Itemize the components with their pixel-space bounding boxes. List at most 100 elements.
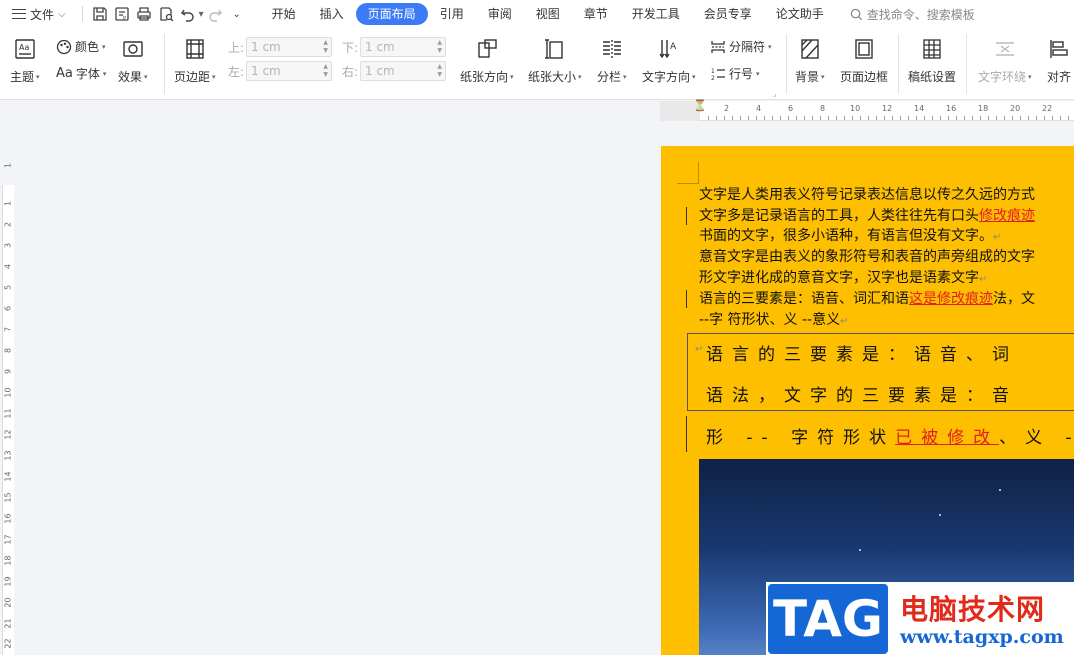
margins-icon [182, 36, 208, 62]
spaced-text-line[interactable]: 语言的三要素是：语音、词 [706, 340, 1018, 365]
paper-size-button[interactable]: 纸张大小 ▾ [528, 36, 582, 85]
text-line[interactable]: --字 符形状、义 --意义↵ [699, 310, 849, 332]
watermark-site-name: 电脑技术网 [900, 593, 1046, 626]
indent-marker-icon[interactable]: ⏳ [693, 100, 707, 111]
ruler-tick [1028, 116, 1029, 120]
text-line[interactable]: 书面的文字，很多小语种，有语言但没有文字。↵ [699, 226, 1001, 248]
ruler-tick [1020, 116, 1021, 120]
undo-icon[interactable] [177, 3, 199, 25]
text-line[interactable]: 文字多是记录语言的工具，人类往往先有口头修改痕迹 [699, 206, 1035, 226]
tab-view[interactable]: 视图 [524, 3, 572, 25]
line-numbers-icon: 12 [711, 68, 725, 82]
text-line[interactable]: 语言的三要素是：语音、词汇和语这是修改痕迹法，文 [699, 289, 1035, 309]
search-icon [850, 8, 862, 20]
spinner-icon[interactable]: ▲ ▼ [323, 39, 328, 55]
ruler-number: 18 [3, 555, 13, 566]
right-margin-input[interactable]: 1 cm ▲ ▼ [360, 61, 446, 81]
ruler-number: 21 [3, 618, 13, 629]
columns-button[interactable]: 分栏 ▾ [597, 36, 627, 85]
ruler-tick [828, 116, 829, 120]
ruler-tick [884, 116, 885, 120]
document-page[interactable]: 文字是人类用表义符号记录表达信息以传之久远的方式 文字多是记录语言的工具，人类往… [661, 146, 1074, 655]
ruler-tick [740, 116, 741, 120]
ruler-number: 20 [1010, 104, 1021, 113]
left-margin-field[interactable]: 左: 1 cm ▲ ▼ [228, 61, 332, 81]
save-icon[interactable] [89, 3, 111, 25]
orientation-label: 纸张方向 [460, 70, 509, 84]
spinner-icon[interactable]: ▲ ▼ [437, 39, 442, 55]
margins-button[interactable]: 页边距 ▾ [174, 36, 216, 85]
text-line[interactable]: 形文字进化成的意音文字，汉字也是语素文字↵ [699, 268, 987, 290]
manuscript-settings-button[interactable]: 稿纸设置 [908, 36, 956, 85]
ruler-number: 12 [882, 104, 893, 113]
theme-icon: Aa [12, 36, 38, 62]
ruler-tick [900, 116, 901, 120]
tab-member[interactable]: 会员专享 [692, 3, 764, 25]
command-search[interactable]: 查找命令、搜索模板 [850, 6, 975, 23]
revision-mark[interactable]: 修改痕迹 [979, 208, 1035, 224]
file-menu[interactable]: 文件 ⌵ [0, 0, 76, 28]
text-line[interactable]: 文字是人类用表义符号记录表达信息以传之久远的方式 [699, 185, 1035, 205]
export-pdf-icon[interactable]: P [111, 3, 133, 25]
ribbon-dialog-launcher-icon[interactable]: ⌟ [773, 90, 776, 98]
tab-insert[interactable]: 插入 [308, 3, 356, 25]
bottom-margin-label: 下: [342, 40, 359, 55]
svg-text:2: 2 [711, 75, 715, 82]
right-margin-field[interactable]: 右: 1 cm ▲ ▼ [342, 61, 446, 81]
tab-references[interactable]: 引用 [428, 3, 476, 25]
bottom-margin-input[interactable]: 1 cm ▲ ▼ [360, 37, 446, 57]
horizontal-ruler[interactable]: ⏳ 2 4 6 8 10 12 14 16 18 20 22 [660, 100, 1074, 121]
tab-home[interactable]: 开始 [260, 3, 308, 25]
line-numbers-button[interactable]: 12 行号 ▾ [710, 65, 760, 82]
ruler-tick [708, 116, 709, 120]
effects-button[interactable]: 效果 ▾ [118, 36, 148, 85]
paragraph-mark: ↵ [979, 274, 988, 285]
top-margin-input[interactable]: 1 cm ▲ ▼ [246, 37, 332, 57]
chevron-down-icon: ⌵ [58, 8, 66, 20]
font-label: 字体 [75, 67, 100, 81]
print-preview-icon[interactable] [155, 3, 177, 25]
left-margin-input[interactable]: 1 cm ▲ ▼ [246, 61, 332, 81]
tab-chapter[interactable]: 章节 [572, 3, 620, 25]
background-button[interactable]: 背景 ▾ [795, 36, 825, 85]
ruler-number: 2 [3, 221, 13, 228]
orientation-button[interactable]: 纸张方向 ▾ [460, 36, 514, 85]
ruler-number: 14 [914, 104, 925, 113]
ruler-tick [796, 116, 797, 120]
revision-mark[interactable]: 已被修改 [895, 428, 999, 448]
caret-down-icon: ▾ [578, 72, 582, 81]
text-run: 文字是人类用表义符号记录表达信息以传之久远的方式 [699, 187, 1035, 203]
tab-paper-assistant[interactable]: 论文助手 [764, 3, 836, 25]
theme-button[interactable]: Aa 主题 ▾ [10, 36, 40, 85]
text-run: 书面的文字，很多小语种，有语言但没有文字。 [699, 228, 993, 244]
customize-toolbar-icon[interactable]: ⌄ [226, 3, 248, 25]
ruler-tick [860, 116, 861, 120]
watermark-url: www.tagxp.com [900, 626, 1064, 648]
caret-down-icon: ▾ [821, 72, 825, 81]
change-bar [686, 290, 687, 308]
redo-icon[interactable] [204, 3, 226, 25]
text-direction-button[interactable]: A 文字方向 ▾ [642, 36, 696, 85]
ruler-number: 10 [3, 387, 13, 398]
vertical-ruler[interactable]: 1 1 2 3 4 5 6 7 8 9 10 11 12 13 14 15 16… [0, 101, 16, 655]
text-run: 意音文字是由表义的象形符号和表音的声旁组成的文字 [699, 249, 1035, 265]
breaks-button[interactable]: 分隔符 ▾ [710, 38, 772, 55]
top-margin-field[interactable]: 上: 1 cm ▲ ▼ [228, 37, 332, 57]
tab-review[interactable]: 审阅 [476, 3, 524, 25]
page-border-button[interactable]: 页面边框 [840, 36, 888, 85]
spaced-text-line[interactable]: 语法，文字的三要素是：音 [706, 381, 1018, 406]
spinner-icon[interactable]: ▲ ▼ [323, 63, 328, 79]
colors-button[interactable]: 颜色 ▾ [56, 38, 106, 55]
tab-developer[interactable]: 开发工具 [620, 3, 692, 25]
print-icon[interactable] [133, 3, 155, 25]
text-line[interactable]: 意音文字是由表义的象形符号和表音的声旁组成的文字 [699, 247, 1035, 267]
align-button[interactable]: 对齐 [1046, 36, 1072, 85]
tab-page-layout[interactable]: 页面布局 [355, 3, 428, 25]
fonts-button[interactable]: Aa 字体 ▾ [56, 65, 106, 82]
spinner-icon[interactable]: ▲ ▼ [437, 63, 442, 79]
text-run: 文字多是记录语言的工具，人类往往先有口头 [699, 208, 979, 224]
revision-mark[interactable]: 这是修改痕迹 [909, 291, 993, 307]
text-wrap-button[interactable]: 文字环绕 ▾ [978, 36, 1032, 85]
spaced-text-line[interactable]: 形 -- 字符形状已被修改、义 - [706, 423, 1074, 448]
bottom-margin-field[interactable]: 下: 1 cm ▲ ▼ [342, 37, 446, 57]
